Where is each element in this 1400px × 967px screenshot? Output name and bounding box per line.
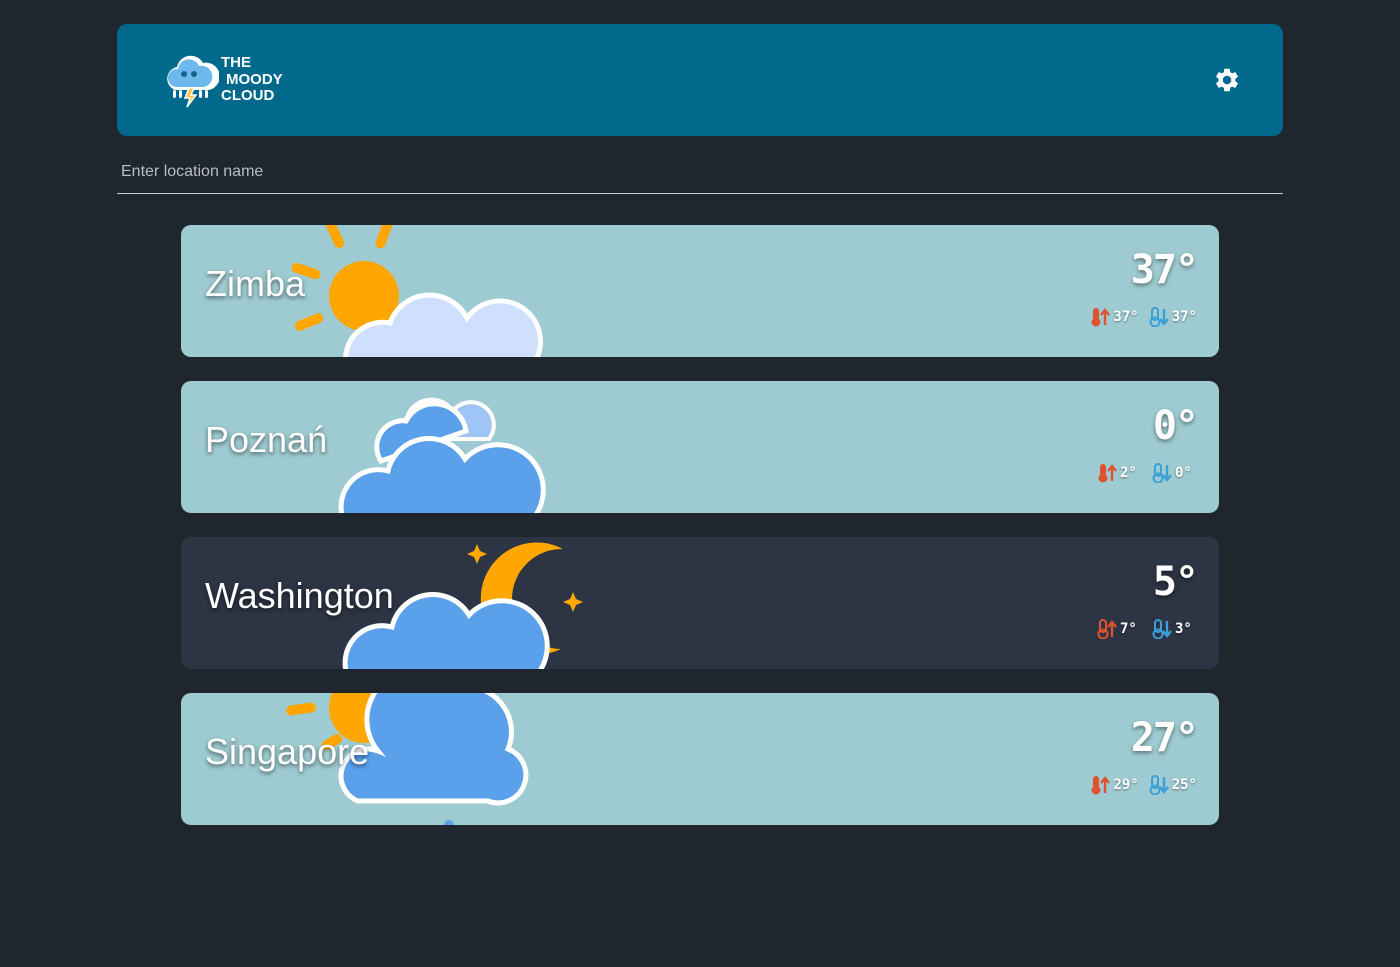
high-temperature: 37°	[1113, 309, 1139, 325]
city-name: Zimba	[205, 263, 306, 304]
city-name: Singapore	[205, 731, 370, 772]
location-search-input[interactable]	[117, 155, 1291, 189]
thermometer-up-icon	[1091, 776, 1111, 795]
high-temperature: 2°	[1120, 465, 1137, 481]
city-name: Washington	[205, 575, 394, 616]
low-temperature: 25°	[1171, 777, 1197, 793]
moody-cloud-logo-icon	[167, 55, 219, 108]
thermometer-down-icon	[1149, 307, 1169, 327]
app-logo[interactable]: THE MOODY CLOUD	[163, 50, 293, 112]
current-temperature: 27°	[1130, 715, 1199, 761]
logo-text: THE MOODY CLOUD	[221, 54, 283, 105]
temperature-range: 7° 3°	[1087, 619, 1197, 639]
thermometer-down-icon	[1152, 463, 1172, 483]
location-search	[117, 155, 1291, 194]
temperature-range: 29° 25°	[1080, 775, 1197, 795]
temperature-range: 2° 0°	[1087, 463, 1197, 483]
low-temperature: 0°	[1175, 465, 1192, 481]
thermometer-down-icon	[1149, 775, 1169, 795]
thermometer-up-icon	[1098, 464, 1117, 483]
current-temperature: 37°	[1130, 247, 1199, 293]
thermometer-up-icon	[1091, 308, 1111, 327]
logo-line: CLOUD	[221, 87, 275, 104]
app-header: THE MOODY CLOUD	[117, 24, 1283, 136]
city-card-zimba[interactable]: Zimba 37° 37° 37°	[181, 225, 1219, 357]
logo-line: THE	[221, 54, 251, 71]
logo-line: MOODY	[226, 70, 283, 88]
city-card-poznan[interactable]: Poznań 0° 2° 0°	[181, 381, 1219, 513]
current-temperature: 5°	[1152, 559, 1199, 605]
low-temperature: 37°	[1171, 309, 1197, 325]
thermometer-up-icon	[1097, 619, 1117, 639]
city-name: Poznań	[205, 419, 328, 460]
temperature-range: 37° 37°	[1080, 307, 1197, 327]
high-temperature: 7°	[1120, 621, 1137, 637]
city-card-washington[interactable]: Washington 5° 7° 3°	[181, 537, 1219, 669]
gear-icon[interactable]	[1213, 66, 1241, 94]
high-temperature: 29°	[1113, 777, 1139, 793]
current-temperature: 0°	[1152, 403, 1199, 449]
thermometer-down-icon	[1152, 619, 1172, 639]
city-card-singapore[interactable]: Singapore 27° 29° 25°	[181, 693, 1219, 825]
low-temperature: 3°	[1175, 621, 1192, 637]
